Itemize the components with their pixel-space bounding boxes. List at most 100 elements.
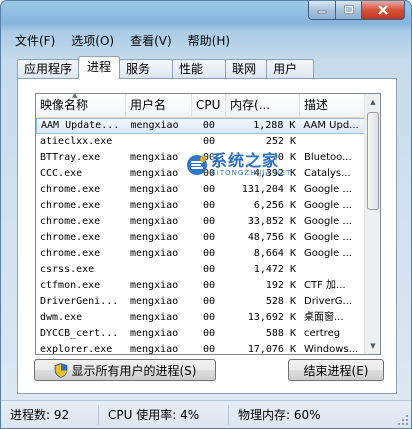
scroll-down-icon[interactable]: ▼ [366, 338, 380, 354]
process-row[interactable]: chrome.exe mengxiao 00 131,204 K Google ... [36, 182, 366, 198]
menu-options[interactable]: 选项(O) [63, 31, 122, 51]
menu-help[interactable]: 帮助(H) [180, 31, 238, 51]
user-name-cell [126, 262, 192, 278]
column-label: 描述 [304, 98, 329, 112]
processes-panel: ▲ 映像名称 用户名 CPU 内存(... 描述 AAM Update... me… [17, 78, 397, 394]
memory-cell: 252 K [265, 136, 296, 147]
column-header-memory[interactable]: 内存(... [226, 94, 300, 118]
scrollbar-thumb[interactable] [367, 112, 379, 210]
description-cell: DriverG... [304, 296, 353, 307]
process-name-cell: AAM Update... [41, 120, 120, 131]
process-row[interactable]: ctfmon.exe mengxiao 00 192 K CTF 加... [36, 278, 366, 294]
process-list[interactable]: ▲ 映像名称 用户名 CPU 内存(... 描述 AAM Update... me… [35, 93, 381, 355]
status-cpu-usage: CPU 使用率: 4% [99, 404, 229, 425]
close-button[interactable] [361, 1, 405, 20]
memory-cell: 48,756 K [247, 232, 296, 243]
process-name-cell: DYCCB_cert... [40, 328, 119, 339]
memory-cell: 33,852 K [247, 216, 296, 227]
end-process-button[interactable]: 结束进程(E) [288, 359, 384, 381]
process-name-cell: chrome.exe [40, 200, 101, 211]
user-name-cell: mengxiao [130, 280, 179, 291]
memory-cell: 1,288 K [253, 120, 296, 131]
memory-cell: 131,204 K [241, 184, 296, 195]
description-cell: CTF 加... [304, 280, 346, 291]
memory-cell: 1,472 K [253, 264, 296, 275]
memory-cell: 588 K [265, 328, 296, 339]
minimize-icon [317, 10, 327, 14]
cpu-cell: 00 [202, 312, 216, 323]
user-name-cell: mengxiao [130, 216, 179, 227]
window-controls [308, 1, 405, 21]
user-name-cell: mengxiao [130, 200, 179, 211]
status-physical-memory: 物理内存: 60% [238, 407, 321, 422]
cpu-cell: 00 [202, 200, 216, 211]
memory-cell: 6,256 K [253, 200, 296, 211]
process-name-cell: atieclxx.exe [40, 136, 113, 147]
process-row[interactable]: csrss.exe 00 1,472 K [36, 262, 366, 278]
process-name-cell: chrome.exe [40, 232, 101, 243]
end-process-label: 结束进程(E) [303, 363, 369, 378]
process-row[interactable]: atieclxx.exe 00 252 K [36, 134, 366, 150]
column-label: CPU [196, 98, 221, 112]
process-name-cell: BTTray.exe [40, 152, 101, 163]
process-row[interactable]: chrome.exe mengxiao 00 6,256 K Google ... [36, 198, 366, 214]
process-name-cell: explorer.exe [40, 344, 113, 355]
description-cell: AAM Upd... [303, 120, 359, 131]
scroll-up-icon[interactable]: ▲ [366, 94, 380, 110]
process-name-cell: CCC.exe [40, 168, 83, 179]
process-name-cell: DriverGeni... [40, 296, 119, 307]
cpu-cell: 00 [202, 280, 216, 291]
process-row[interactable]: chrome.exe mengxiao 00 48,756 K Google ... [36, 230, 366, 246]
vertical-scrollbar[interactable]: ▲ ▼ [364, 94, 380, 354]
cpu-cell: 00 [202, 328, 216, 339]
cpu-cell: 00 [202, 264, 216, 275]
tab-users[interactable]: 用户 [266, 59, 315, 79]
column-header-description[interactable]: 描述 [300, 94, 366, 118]
column-header-user-name[interactable]: 用户名 [126, 94, 192, 118]
tab-strip: 应用程序 进程 服务 性能 联网 用户 [17, 56, 315, 79]
sort-ascending-icon: ▲ [72, 94, 78, 99]
process-row[interactable]: AAM Update... mengxiao 00 1,288 K AAM Upd... [36, 118, 366, 134]
minimize-button[interactable] [308, 1, 335, 20]
process-row[interactable]: explorer.exe mengxiao 00 17,076 K Windows... [36, 342, 366, 355]
process-name-cell: csrss.exe [40, 264, 95, 275]
process-row[interactable]: dwm.exe mengxiao 00 13,692 K 桌面窗... [36, 310, 366, 326]
user-name-cell: mengxiao [130, 232, 179, 243]
user-name-cell: mengxiao [130, 312, 179, 323]
cpu-cell: 00 [202, 296, 216, 307]
title-bar[interactable] [1, 1, 411, 31]
close-icon [378, 5, 388, 15]
description-cell: Bluetoo... [304, 152, 352, 163]
description-cell: Google ... [304, 184, 352, 195]
tab-services[interactable]: 服务 [119, 59, 174, 79]
cpu-cell: 00 [202, 344, 216, 355]
watermark-text: 系统之家 XITONGZHIJIA.NET [211, 153, 291, 177]
process-row[interactable]: chrome.exe mengxiao 00 33,852 K Google ... [36, 214, 366, 230]
task-manager-window: 文件(F) 选项(O) 查看(V) 帮助(H) 应用程序 进程 服务 性能 联网… [0, 0, 412, 429]
cpu-cell: 00 [202, 184, 216, 195]
process-name-cell: dwm.exe [40, 312, 83, 323]
process-row[interactable]: DriverGeni... mengxiao 00 528 K DriverG... [36, 294, 366, 310]
tab-performance[interactable]: 性能 [172, 59, 227, 79]
watermark-logo-icon [187, 155, 207, 175]
user-name-cell: mengxiao [130, 344, 179, 355]
column-header-image-name[interactable]: ▲ 映像名称 [36, 94, 126, 118]
process-row[interactable]: chrome.exe mengxiao 00 8,664 K Google ... [36, 246, 366, 262]
user-name-cell [126, 134, 192, 150]
menu-file[interactable]: 文件(F) [7, 31, 63, 51]
show-all-users-processes-button[interactable]: 显示所有用户的进程(S) [34, 359, 216, 381]
tab-processes[interactable]: 进程 [78, 56, 121, 79]
tab-networking[interactable]: 联网 [225, 59, 268, 79]
uac-shield-icon [54, 362, 67, 378]
user-name-cell: mengxiao [130, 184, 179, 195]
menu-view[interactable]: 查看(V) [122, 31, 180, 51]
column-header-cpu[interactable]: CPU [192, 94, 226, 118]
user-name-cell: mengxiao [130, 296, 179, 307]
tab-applications[interactable]: 应用程序 [17, 59, 80, 79]
user-name-cell: mengxiao [130, 120, 179, 131]
description-cell [300, 262, 366, 278]
description-cell: 桌面窗... [304, 312, 344, 323]
maximize-button[interactable] [335, 1, 361, 20]
process-row[interactable]: DYCCB_cert... mengxiao 00 588 K certreg [36, 326, 366, 342]
resize-grip-icon[interactable] [397, 414, 409, 426]
